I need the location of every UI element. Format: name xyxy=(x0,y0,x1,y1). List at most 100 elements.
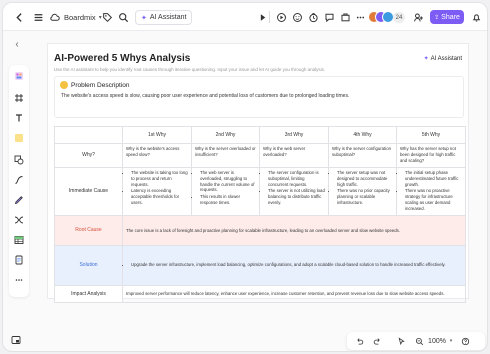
table-row: Immediate Cause The website is taking to… xyxy=(54,167,466,216)
template-icon[interactable] xyxy=(12,69,26,83)
redo-icon[interactable] xyxy=(371,334,383,348)
ai-badge-label: AI Assistant xyxy=(430,55,462,62)
list-item: The server is not utilizing load balanci… xyxy=(268,188,325,205)
table-row: Impact Analysis Improved server performa… xyxy=(54,285,466,303)
list-item: The initial setup phase underestimated f… xyxy=(405,170,462,187)
immediate-cause-row-label: Immediate Cause xyxy=(54,167,123,216)
add-user-icon[interactable] xyxy=(411,10,425,24)
help-icon[interactable] xyxy=(459,334,471,348)
list-item: The website is taking too long to proces… xyxy=(131,170,188,187)
lightbulb-icon xyxy=(60,81,68,89)
solution-row-label: Solution xyxy=(54,245,123,286)
header-4th-why: 4th Why xyxy=(328,126,397,144)
export-icon[interactable] xyxy=(338,10,352,24)
cloud-icon xyxy=(47,10,61,24)
divider xyxy=(269,11,270,23)
table-row: Why? Why is the website's access speed s… xyxy=(54,143,466,168)
collapse-toolbar-icon[interactable]: ‹ xyxy=(11,38,23,50)
zoom-out-icon[interactable] xyxy=(413,334,425,348)
ai-sparkle-icon: ✦ xyxy=(141,14,147,22)
zoom-chevron-icon[interactable]: ▾ xyxy=(447,334,455,348)
list-item: This results in slower response times. xyxy=(200,194,256,206)
page-subtitle: Use the AI assistant to help you identif… xyxy=(54,67,326,72)
share-label: Share xyxy=(441,13,460,21)
more-options-icon[interactable] xyxy=(353,10,367,24)
header-5th-why: 5th Why xyxy=(396,126,466,144)
problem-heading-label: Problem Description xyxy=(71,81,130,89)
shape-icon[interactable] xyxy=(12,153,26,167)
table-icon[interactable] xyxy=(12,233,26,247)
root-cause-cell[interactable]: The core issue is a lack of foresight an… xyxy=(122,215,466,246)
pen-icon[interactable] xyxy=(12,193,26,207)
ai-assistant-button[interactable]: ✦ AI Assistant xyxy=(135,10,193,25)
page-title: AI-Powered 5 Whys Analysis xyxy=(54,53,191,64)
list-item: There was no prior capacity planning or … xyxy=(337,188,393,205)
play-icon[interactable] xyxy=(255,10,269,24)
mind-map-icon[interactable] xyxy=(12,213,26,227)
search-icon[interactable] xyxy=(116,10,130,24)
header-2nd-why: 2nd Why xyxy=(191,126,260,144)
table-cell[interactable]: Why is the server configuration suboptim… xyxy=(328,143,397,168)
solution-cell[interactable]: Upgrade the server infrastructure, imple… xyxy=(122,245,466,286)
why-row-label: Why? xyxy=(54,143,123,168)
list-item: The web server is overloaded, struggling… xyxy=(200,170,256,193)
header-corner xyxy=(54,126,123,144)
emoji-reaction-icon[interactable] xyxy=(290,10,304,24)
timer-icon[interactable] xyxy=(306,10,320,24)
list-item: The server configuration is suboptimal, … xyxy=(268,170,325,187)
collaborator-count[interactable]: 24 xyxy=(393,12,405,23)
back-icon[interactable] xyxy=(12,10,26,24)
minimap-icon[interactable] xyxy=(9,333,23,347)
table-cell[interactable]: The initial setup phase underestimated f… xyxy=(396,167,466,216)
list-item: The server setup was not designed to acc… xyxy=(337,170,393,187)
header-1st-why: 1st Why xyxy=(122,126,192,144)
table-cell[interactable]: The website is taking too long to proces… xyxy=(122,167,192,216)
impact-analysis-cell[interactable]: Improved server performance will reduce … xyxy=(122,285,466,303)
board-name: Boardmix xyxy=(64,12,96,22)
undo-icon[interactable] xyxy=(353,334,365,348)
text-icon[interactable] xyxy=(12,111,26,125)
impact-analysis-row-label: Impact Analysis xyxy=(54,285,123,303)
notification-icon[interactable] xyxy=(469,10,483,24)
share-icon: ⇪ xyxy=(434,14,440,21)
bottom-controls: 100% ▾ xyxy=(347,332,485,350)
table-cell[interactable]: The server setup was not designed to acc… xyxy=(328,167,397,216)
app-window: Boardmix ▾ ✦ AI Assistant 24 ⇪ Share ‹ 1… xyxy=(2,2,488,352)
five-whys-table[interactable]: 1st Why 2nd Why 3rd Why 4th Why 5th Why … xyxy=(54,126,466,303)
board-switcher[interactable]: Boardmix ▾ xyxy=(47,10,102,24)
table-header-row: 1st Why 2nd Why 3rd Why 4th Why 5th Why xyxy=(54,126,466,144)
menu-icon[interactable] xyxy=(31,10,45,24)
cursor-icon[interactable] xyxy=(395,334,407,348)
table-cell[interactable]: Why is the web server overloaded? xyxy=(259,143,329,168)
table-row: Solution Upgrade the server infrastructu… xyxy=(54,245,466,286)
list-item: Latency is exceeding acceptable threshol… xyxy=(131,188,188,205)
table-cell[interactable]: Why is the website's access speed slow? xyxy=(122,143,192,168)
table-row: Root Cause The core issue is a lack of f… xyxy=(54,215,466,246)
root-cause-row-label: Root Cause xyxy=(54,215,123,246)
zoom-level[interactable]: 100% xyxy=(427,334,447,348)
table-cell[interactable]: Why is the server overloaded or insuffic… xyxy=(191,143,260,168)
analysis-board[interactable]: AI-Powered 5 Whys Analysis Use the AI as… xyxy=(47,43,469,303)
connector-icon[interactable] xyxy=(12,173,26,187)
table-cell[interactable]: The web server is overloaded, struggling… xyxy=(191,167,260,216)
problem-description-card[interactable]: Problem Description The website's access… xyxy=(54,76,464,118)
table-cell[interactable]: The server configuration is suboptimal, … xyxy=(259,167,329,216)
sticky-note-icon[interactable] xyxy=(12,131,26,145)
header-3rd-why: 3rd Why xyxy=(259,126,329,144)
presentation-icon[interactable] xyxy=(274,10,288,24)
tag-icon[interactable] xyxy=(100,10,114,24)
more-tools-icon[interactable] xyxy=(12,273,26,287)
share-button[interactable]: ⇪ Share xyxy=(430,10,464,24)
list-item: There was no proactive strategy for infr… xyxy=(405,188,462,211)
left-toolbar xyxy=(9,65,29,297)
ai-assistant-label: AI Assistant xyxy=(149,14,187,21)
problem-heading: Problem Description xyxy=(60,81,130,89)
table-cell[interactable]: Why has the server setup not been design… xyxy=(396,143,466,168)
problem-text: The website's access speed is slow, caus… xyxy=(61,93,350,99)
ai-sparkle-icon: ✦ xyxy=(423,56,429,62)
document-icon[interactable] xyxy=(12,253,26,267)
top-toolbar: Boardmix ▾ ✦ AI Assistant 24 ⇪ Share xyxy=(3,3,487,31)
ai-assistant-badge[interactable]: ✦ AI Assistant xyxy=(423,55,462,63)
comment-icon[interactable] xyxy=(322,10,336,24)
frame-icon[interactable] xyxy=(12,91,26,105)
